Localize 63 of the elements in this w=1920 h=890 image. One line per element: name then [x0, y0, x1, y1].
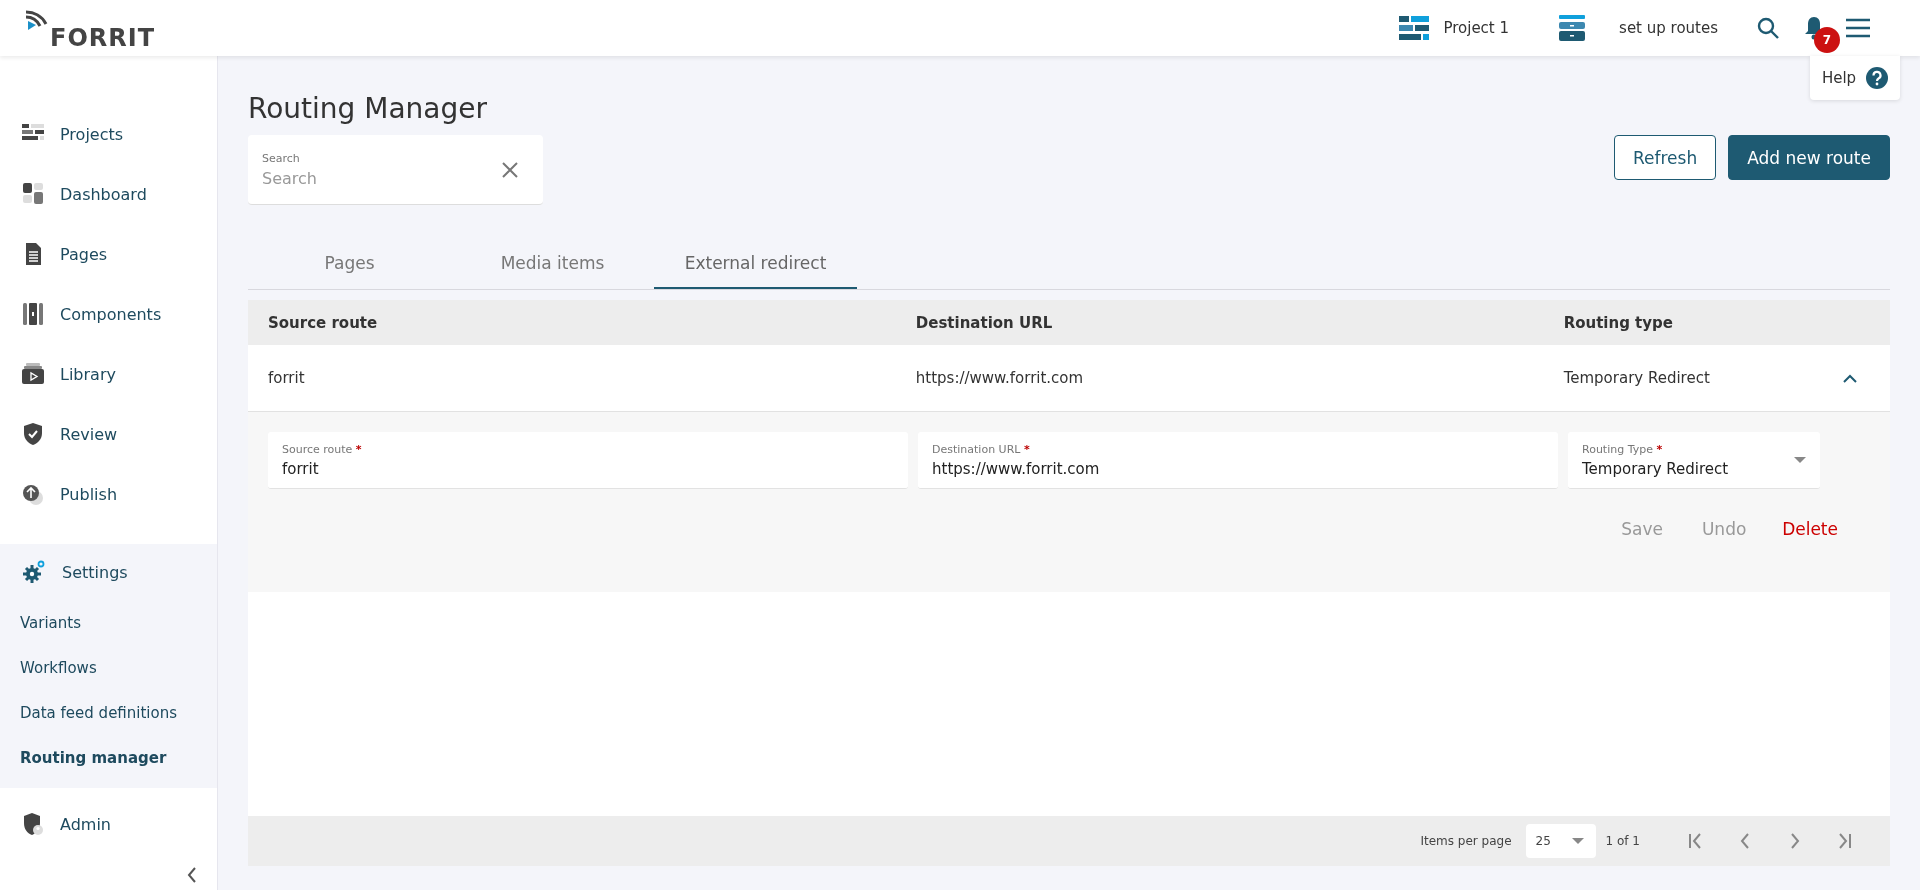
nav-item[interactable]: Review: [0, 404, 217, 464]
task-name[interactable]: set up routes: [1619, 19, 1718, 37]
project-name[interactable]: Project 1: [1443, 19, 1510, 37]
upload-circle-icon: [22, 483, 44, 505]
search-icon: [1756, 16, 1780, 40]
nav-item[interactable]: Pages: [0, 224, 217, 284]
add-route-button[interactable]: Add new route: [1728, 135, 1890, 180]
first-page-icon[interactable]: [1688, 833, 1702, 849]
help-button[interactable]: Help: [1810, 56, 1900, 100]
tab[interactable]: Pages: [248, 239, 451, 289]
column-header: Destination URL: [915, 313, 1054, 332]
question-icon: [1866, 67, 1889, 89]
notification-count: 7: [1814, 27, 1840, 53]
page-range: 1 of 1: [1605, 834, 1640, 848]
shield-user-icon: [22, 813, 44, 835]
nav-item[interactable]: Projects: [0, 104, 217, 164]
items-per-page-label: Items per page: [1420, 834, 1512, 848]
input-field[interactable]: Source route * forrit: [268, 432, 908, 489]
logo-text: FORRIT: [50, 24, 156, 52]
nav-item[interactable]: Publish: [0, 464, 217, 524]
drawers-icon: [1559, 15, 1586, 41]
nav-item[interactable]: Components: [0, 284, 217, 344]
menu-icon: [1846, 18, 1870, 38]
table-cell-text: https://www.forrit.com: [915, 369, 1085, 387]
nav-item[interactable]: Settings: [0, 544, 217, 600]
shield-check-icon: [22, 423, 44, 445]
bricks-icon: [1399, 16, 1430, 40]
page-size-select[interactable]: 25: [1525, 824, 1596, 858]
table-cell-text: Temporary Redirect: [1563, 369, 1711, 387]
routing-type-select[interactable]: Routing Type * Temporary Redirect: [1568, 432, 1820, 489]
columns-icon: [22, 303, 44, 325]
settings-link[interactable]: Workflows: [0, 645, 217, 690]
search-input[interactable]: Search: [262, 168, 462, 188]
nav-item[interactable]: Dashboard: [0, 164, 217, 224]
close-icon: [501, 160, 519, 179]
media-stack-icon: [22, 363, 44, 385]
tab[interactable]: Media items: [451, 239, 654, 289]
table-cell-text: forrit: [268, 369, 306, 387]
tab[interactable]: External redirect: [654, 239, 857, 289]
page-title: Routing Manager: [248, 92, 488, 125]
settings-link[interactable]: Data feed definitions: [0, 690, 217, 735]
field-label: Search: [262, 151, 301, 165]
field-label: Routing Type *: [1582, 442, 1664, 456]
chevron-right-icon[interactable]: [1788, 833, 1802, 849]
field-label: Source route *: [282, 442, 362, 456]
gears-icon: [22, 560, 46, 584]
field-label: Destination URL *: [932, 442, 1031, 456]
nav-item[interactable]: Library: [0, 344, 217, 404]
input-field[interactable]: Destination URL * https://www.forrit.com: [918, 432, 1558, 489]
chevron-left-icon: [187, 867, 197, 883]
dropdown-arrow-icon: [1794, 457, 1806, 463]
nav-item[interactable]: Admin: [0, 788, 217, 860]
dropdown-arrow-icon: [1571, 838, 1584, 844]
last-page-icon[interactable]: [1838, 833, 1852, 849]
chevron-up-icon[interactable]: [1843, 373, 1858, 383]
settings-link[interactable]: Variants: [0, 600, 217, 645]
column-header: Source route: [268, 313, 379, 332]
chevron-left-icon[interactable]: [1738, 833, 1752, 849]
refresh-button[interactable]: Refresh: [1614, 135, 1717, 180]
settings-link[interactable]: Routing manager: [0, 735, 217, 780]
action-button[interactable]: Delete: [1770, 511, 1850, 547]
column-header: Routing type: [1563, 313, 1674, 332]
tiles-icon: [22, 183, 44, 205]
